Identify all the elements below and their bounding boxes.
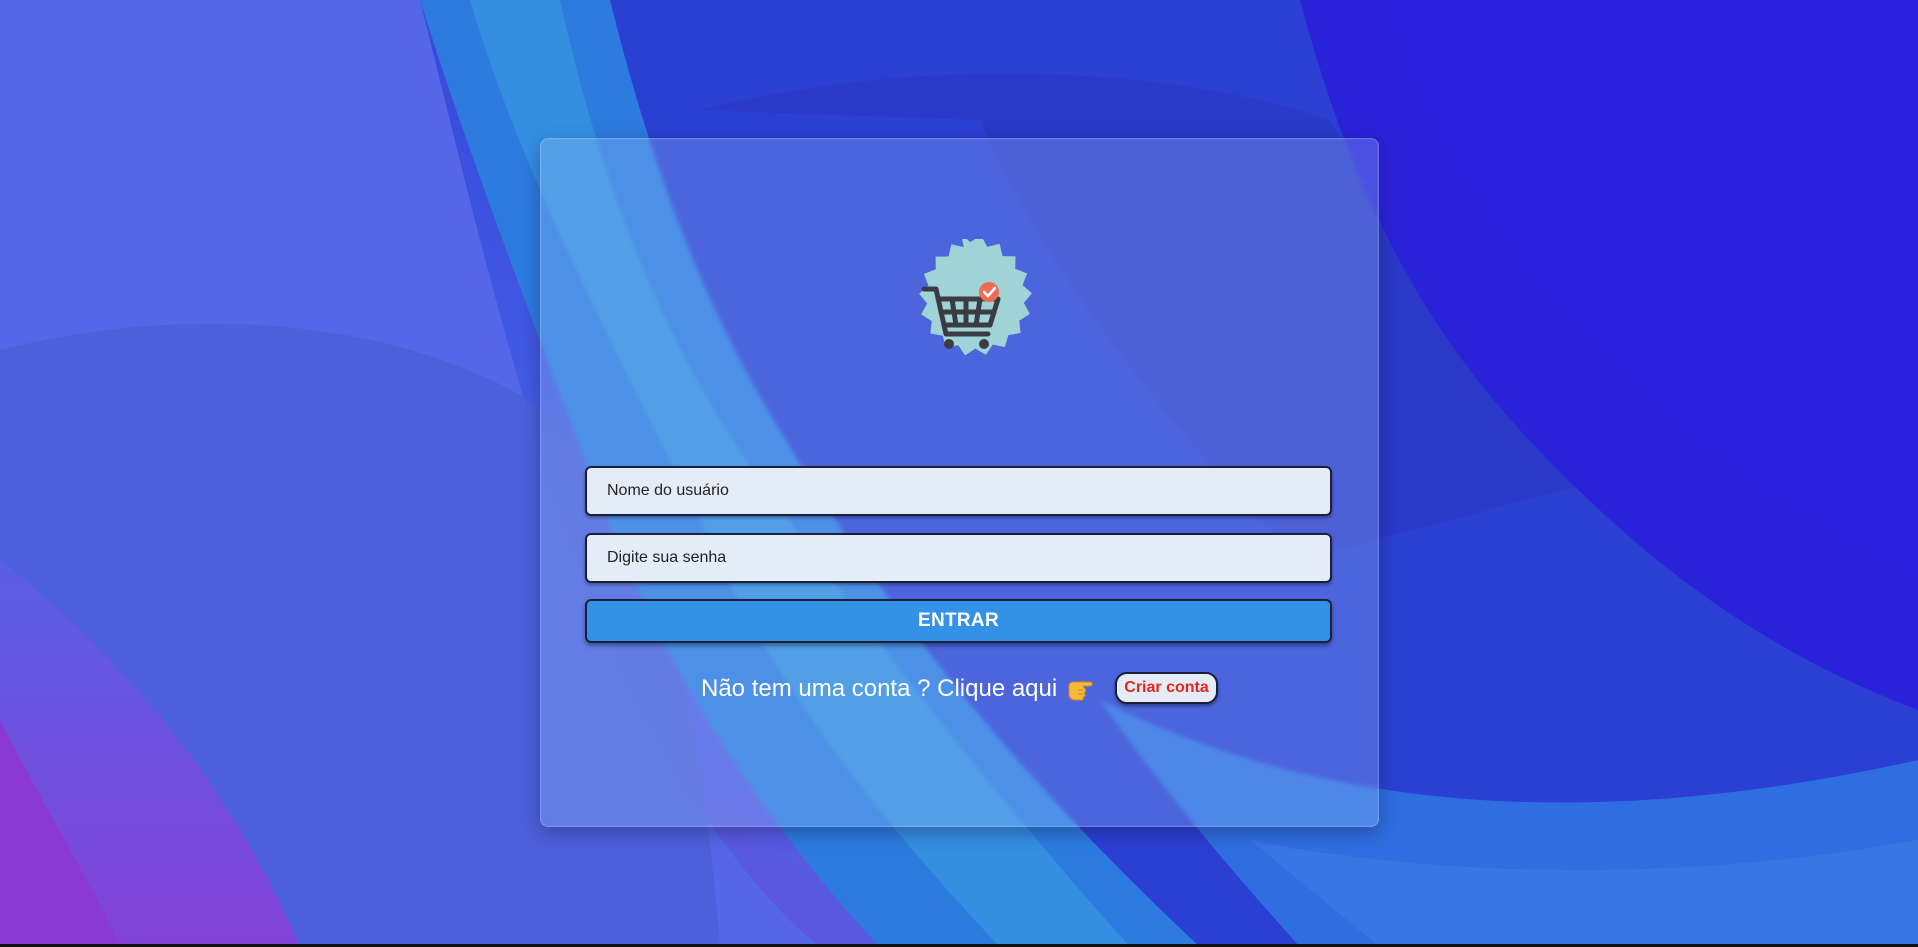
signup-prompt: Não tem uma conta ? Clique aqui — [701, 675, 1058, 702]
login-page: ENTRAR Não tem uma conta ? Clique aqui C… — [0, 0, 1918, 947]
enter-button[interactable]: ENTRAR — [585, 599, 1332, 643]
check-badge-icon — [979, 282, 999, 302]
create-account-button[interactable]: Criar conta — [1115, 672, 1218, 704]
login-card: ENTRAR Não tem uma conta ? Clique aqui C… — [540, 138, 1379, 827]
shopping-cart-badge-icon — [919, 239, 1032, 356]
username-input[interactable] — [585, 466, 1332, 516]
signup-row: Não tem uma conta ? Clique aqui Criar co… — [541, 672, 1378, 706]
pointing-right-hand-icon — [1068, 681, 1093, 701]
password-input[interactable] — [585, 533, 1332, 583]
